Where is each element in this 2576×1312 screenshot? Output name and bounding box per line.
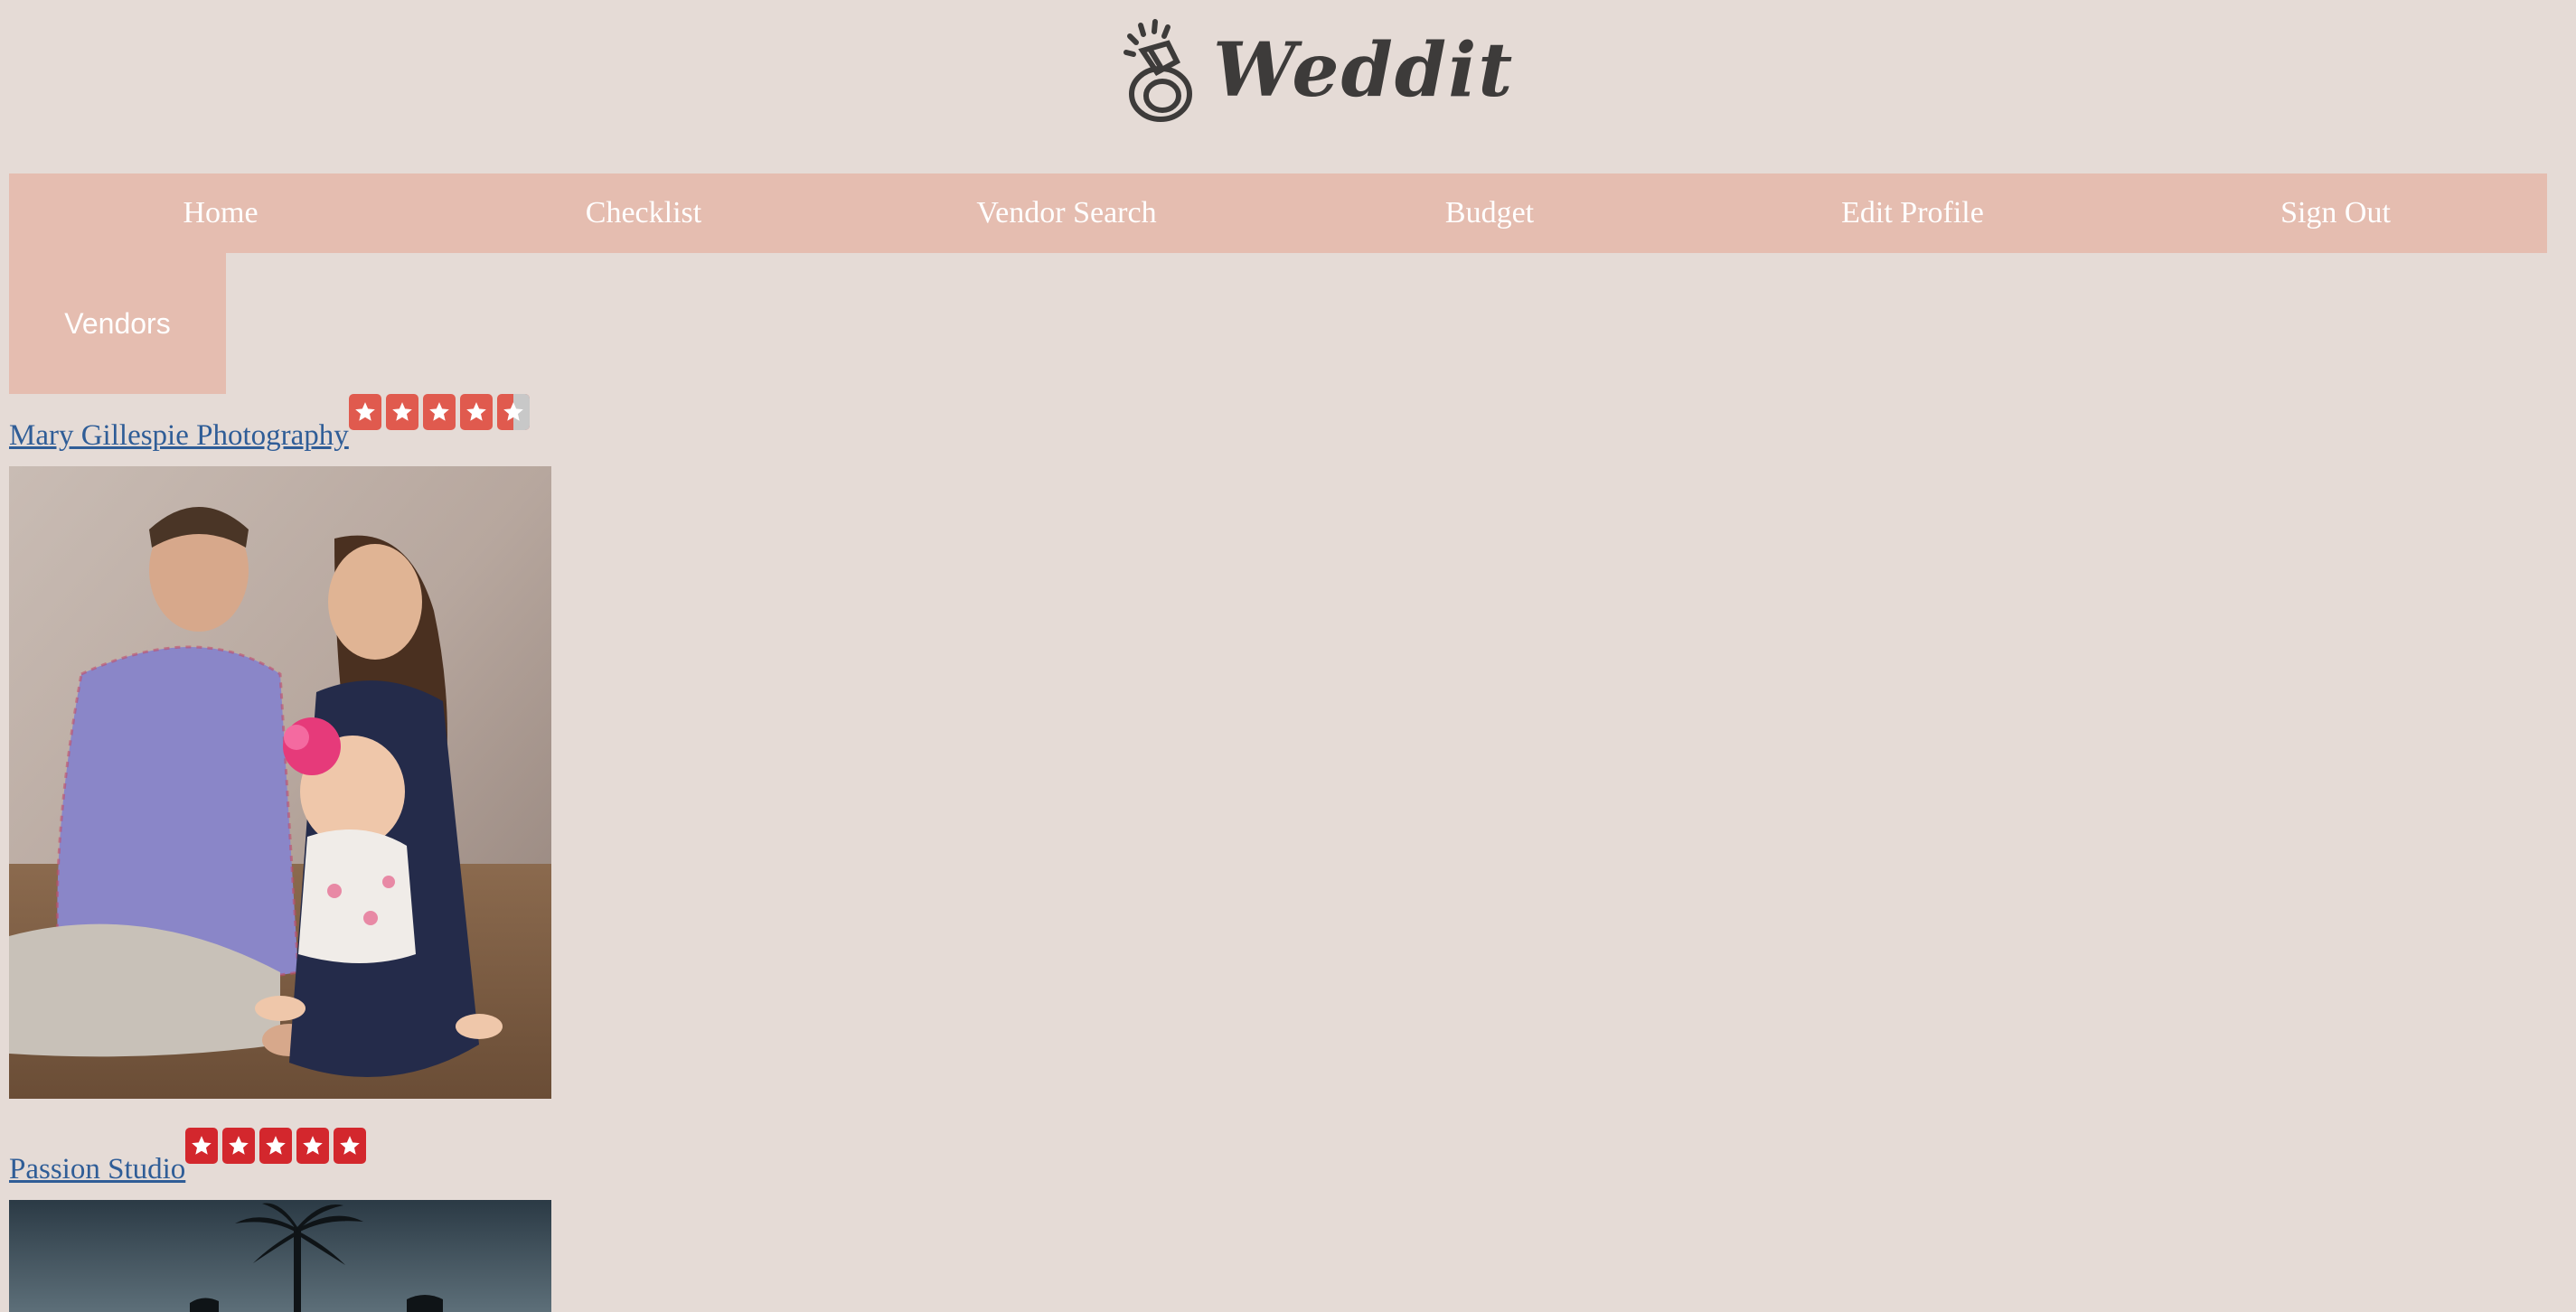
star-icon <box>459 394 493 430</box>
page: Weddit Home Checklist Vendor Search Budg… <box>0 0 2576 1312</box>
star-icon <box>259 1128 293 1164</box>
brand-name: Weddit <box>1213 27 1515 114</box>
nav-edit-profile[interactable]: Edit Profile <box>1701 173 2124 253</box>
vendor-photo[interactable] <box>9 1200 551 1312</box>
star-icon <box>222 1128 256 1164</box>
palm-tree-night-photo-icon <box>9 1200 551 1312</box>
star-icon <box>422 394 456 430</box>
star-rating <box>348 394 534 430</box>
vendor-title-row: Mary Gillespie Photography <box>9 394 534 451</box>
nav-budget[interactable]: Budget <box>1278 173 1701 253</box>
header: Weddit <box>0 0 2576 173</box>
star-icon <box>385 394 418 430</box>
vendor-link[interactable]: Mary Gillespie Photography <box>9 421 349 451</box>
star-icon <box>348 394 381 430</box>
star-rating <box>185 1128 371 1164</box>
star-icon <box>296 1128 330 1164</box>
logo[interactable]: Weddit <box>1114 16 1512 125</box>
nav-home[interactable]: Home <box>9 173 432 253</box>
vendor-link[interactable]: Passion Studio <box>9 1155 185 1185</box>
main-nav: Home Checklist Vendor Search Budget Edit… <box>9 173 2547 253</box>
nav-vendor-search[interactable]: Vendor Search <box>855 173 1278 253</box>
star-icon <box>334 1128 367 1164</box>
vendor-title-row: Passion Studio <box>9 1128 371 1185</box>
vendor-photo[interactable] <box>9 466 551 1099</box>
family-portrait-photo-icon <box>9 466 551 1099</box>
vendors-tab[interactable]: Vendors <box>9 253 226 394</box>
star-icon <box>496 394 530 430</box>
ring-icon <box>1123 19 1192 122</box>
nav-checklist[interactable]: Checklist <box>432 173 855 253</box>
star-icon <box>185 1128 219 1164</box>
nav-sign-out[interactable]: Sign Out <box>2124 173 2547 253</box>
